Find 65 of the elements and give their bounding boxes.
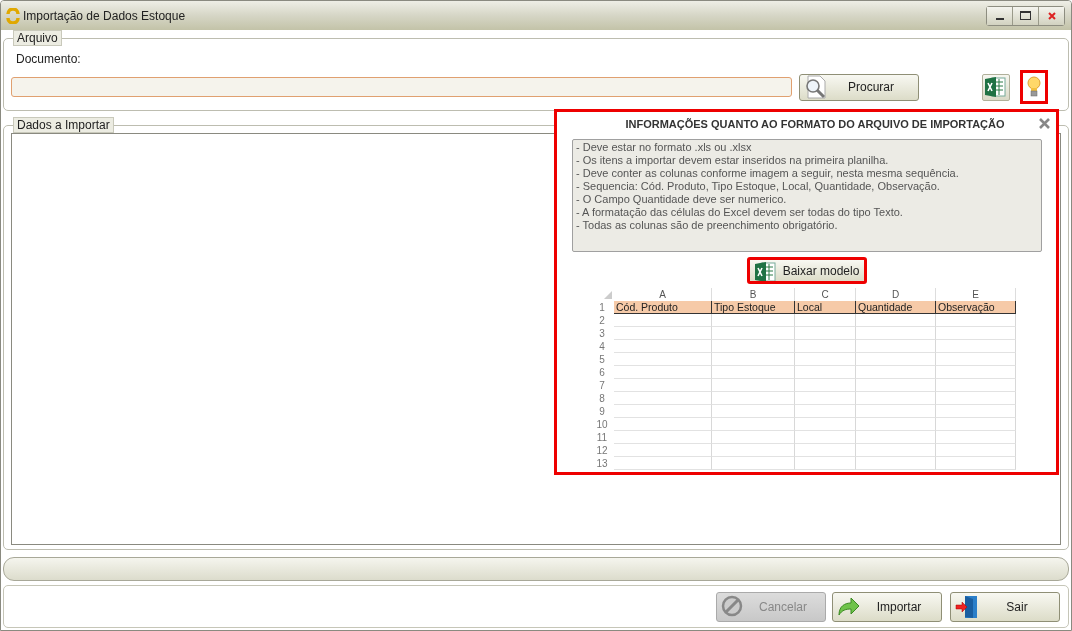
popup-title: INFORMAÇÕES QUANTO AO FORMATO DO ARQUIVO DE IMPORTAÇÃO <box>624 117 1006 130</box>
header-cell: Quantidade <box>856 301 936 314</box>
excel-button[interactable] <box>982 73 1010 101</box>
lightbulb-button[interactable] <box>1020 70 1048 104</box>
row-number: 9 <box>598 405 606 418</box>
spreadsheet-icon <box>754 260 777 281</box>
header-cell: Tipo Estoque <box>712 301 795 314</box>
field-label: Documento: <box>16 52 82 66</box>
info-line: - Deve conter as colunas conforme imagem a seguir, nesta mesma sequência. <box>576 167 960 180</box>
browse-button[interactable]: Procurar <box>799 73 919 101</box>
header-cell: Cód. Produto <box>614 301 712 314</box>
row-number: 3 <box>598 327 606 340</box>
empty-cell <box>795 327 856 340</box>
minimize-button[interactable] <box>987 6 1012 25</box>
lightbulb-icon <box>1027 76 1041 98</box>
header-cell: Observação <box>936 301 1016 314</box>
info-line: - O Campo Quantidade deve ser numerico. <box>576 193 788 206</box>
row-number: 5 <box>598 353 606 366</box>
empty-cell <box>795 418 856 431</box>
empty-cell <box>795 314 856 327</box>
maximize-icon <box>1020 11 1031 20</box>
import-button[interactable]: Importar <box>832 591 942 622</box>
info-line: - A formatação das células do Excel devem ser todas do tipo Texto. <box>576 206 904 219</box>
download-template-button[interactable]: Baixar modelo <box>746 257 868 284</box>
minimize-icon <box>995 17 1004 20</box>
magnifier-icon <box>804 75 828 99</box>
corner-triangle-icon <box>604 291 612 299</box>
door-arrow-icon <box>955 594 979 619</box>
empty-cell <box>795 405 856 418</box>
spreadsheet-icon <box>985 76 1007 98</box>
empty-cell <box>795 340 856 353</box>
close-button[interactable] <box>1038 117 1051 130</box>
row-number: 6 <box>598 366 606 379</box>
row-number: 11 <box>595 431 609 444</box>
empty-cell <box>795 392 856 405</box>
empty-cell <box>795 457 856 470</box>
row-number: 8 <box>598 392 606 405</box>
row-number: 13 <box>595 457 609 470</box>
empty-cell <box>795 366 856 379</box>
app-icon <box>5 7 21 24</box>
document-field[interactable] <box>11 77 792 97</box>
close-button[interactable] <box>1038 6 1064 25</box>
header-cell: Local <box>795 301 856 314</box>
row-number: 2 <box>598 314 606 327</box>
row-number: 4 <box>598 340 606 353</box>
info-line: - Todas as colunas são de preenchimento obrigatório. <box>576 219 839 232</box>
prohibited-icon <box>721 594 745 619</box>
info-line: - Sequencia: Cód. Produto, Tipo Estoque, Local, Quantidade, Observação. <box>576 180 941 193</box>
info-line: - Os itens a importar devem estar inseridos na primeira planilha. <box>576 154 890 167</box>
exit-button[interactable]: Sair <box>950 591 1060 622</box>
info-line: - Deve estar no formato .xls ou .xlsx <box>576 141 753 154</box>
row-number: 1 <box>598 301 606 314</box>
group-legend: Arquivo <box>13 30 62 46</box>
group-legend: Dados a Importar <box>13 117 114 133</box>
empty-cell <box>795 444 856 457</box>
close-icon <box>1047 11 1056 20</box>
empty-cell <box>795 431 856 444</box>
row-number: 7 <box>598 379 606 392</box>
empty-cell <box>795 353 856 366</box>
window-title: Importação de Dados Estoque <box>23 8 186 23</box>
row-number: 10 <box>595 418 609 431</box>
row-number: 12 <box>595 444 609 457</box>
maximize-button[interactable] <box>1012 6 1038 25</box>
empty-cell <box>795 379 856 392</box>
close-icon <box>1039 118 1050 129</box>
